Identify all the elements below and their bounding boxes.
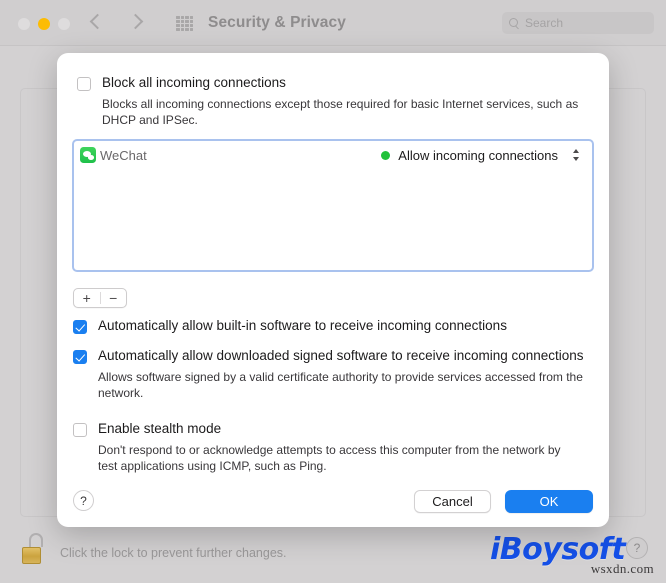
firewall-options-sheet: Block all incoming connections Blocks al… xyxy=(57,53,609,527)
remove-app-button[interactable]: − xyxy=(101,289,127,307)
search-input[interactable]: Search xyxy=(502,12,654,34)
ok-button[interactable]: OK xyxy=(505,490,593,513)
unlocked-padlock-icon[interactable] xyxy=(22,533,48,565)
table-row[interactable]: WeChat Allow incoming connections xyxy=(74,143,592,167)
search-placeholder: Search xyxy=(525,16,564,30)
block-all-checkbox[interactable] xyxy=(77,77,91,91)
auto-builtin-label: Automatically allow built-in software to… xyxy=(98,318,507,333)
auto-signed-checkbox[interactable] xyxy=(73,350,87,364)
wechat-app-icon xyxy=(80,147,96,163)
padlock-shackle xyxy=(29,533,43,547)
help-button[interactable]: ? xyxy=(73,490,94,511)
block-all-label: Block all incoming connections xyxy=(102,75,286,90)
show-all-grid-icon[interactable] xyxy=(176,16,193,31)
block-all-description: Blocks all incoming connections except t… xyxy=(102,97,579,127)
auto-signed-row[interactable]: Automatically allow downloaded signed so… xyxy=(73,348,593,364)
preferences-window: Security & Privacy Search Click the lock… xyxy=(0,0,666,583)
chevron-forward-icon[interactable] xyxy=(128,12,146,32)
up-down-stepper-icon[interactable] xyxy=(570,146,584,164)
stealth-mode-label: Enable stealth mode xyxy=(98,421,222,436)
stealth-mode-checkbox[interactable] xyxy=(73,423,87,437)
stealth-mode-group: Enable stealth mode Don't respond to or … xyxy=(73,421,593,474)
chevron-left-icon[interactable] xyxy=(88,12,106,32)
stealth-mode-row[interactable]: Enable stealth mode xyxy=(73,421,593,437)
navigation-arrows xyxy=(88,12,146,32)
page-title: Security & Privacy xyxy=(208,14,346,31)
add-app-button[interactable]: + xyxy=(74,289,100,307)
traffic-lights xyxy=(18,18,70,30)
block-all-group: Block all incoming connections Blocks al… xyxy=(77,75,589,128)
window-titlebar: Security & Privacy Search xyxy=(0,0,666,46)
close-window-button[interactable] xyxy=(18,18,30,30)
app-list[interactable]: WeChat Allow incoming connections xyxy=(72,139,594,272)
cancel-button[interactable]: Cancel xyxy=(414,490,491,513)
auto-builtin-checkbox[interactable] xyxy=(73,320,87,334)
block-all-row[interactable]: Block all incoming connections xyxy=(77,75,589,91)
watermark-url: wsxdn.com xyxy=(590,561,654,576)
auto-builtin-group: Automatically allow built-in software to… xyxy=(73,318,593,334)
auto-signed-group: Automatically allow downloaded signed so… xyxy=(73,348,593,401)
lock-bar: Click the lock to prevent further change… xyxy=(0,525,666,583)
zoom-window-button[interactable] xyxy=(58,18,70,30)
status-badge xyxy=(381,150,391,160)
stealth-mode-description: Don't respond to or acknowledge attempts… xyxy=(98,443,561,473)
auto-signed-description: Allows software signed by a valid certif… xyxy=(98,370,583,400)
auto-signed-label: Automatically allow downloaded signed so… xyxy=(98,348,584,363)
lock-hint-text: Click the lock to prevent further change… xyxy=(60,546,287,560)
app-name: WeChat xyxy=(100,147,147,163)
search-icon xyxy=(509,17,520,29)
watermark: ? iBoysoft wsxdn.com xyxy=(488,529,658,577)
padlock-body xyxy=(22,547,41,564)
auto-builtin-row[interactable]: Automatically allow built-in software to… xyxy=(73,318,593,334)
connection-status-label: Allow incoming connections xyxy=(398,147,558,163)
minimize-window-button[interactable] xyxy=(38,18,50,30)
add-remove-control: + − xyxy=(73,288,127,308)
pane-help-button[interactable]: ? xyxy=(626,537,648,559)
